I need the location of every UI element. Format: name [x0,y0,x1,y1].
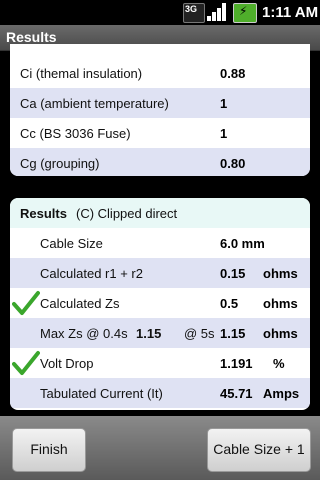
factor-row-ca: Ca (ambient temperature) 1 [10,88,310,118]
tabulated-current-unit: Amps [263,386,300,401]
results-heading: Results [20,206,67,221]
cable-size-label: Cable Size [40,236,103,251]
factor-label: Cg (grouping) [20,156,100,171]
max-zs-unit: ohms [263,326,298,341]
tabulated-current-row: Tabulated Current (It) 45.71 Amps [10,378,310,408]
max-zs-label: Max Zs @ 0.4s [40,326,128,341]
factor-value: 1 [220,126,228,141]
factor-value: 1 [220,96,228,111]
r1r2-value: 0.15 [220,266,246,281]
zs-value: 0.5 [220,296,239,311]
factor-label: Ci (themal insulation) [20,66,143,81]
factor-value: 0.88 [220,66,246,81]
cable-size-row: Cable Size 6.0 mm [10,228,310,258]
r1r2-unit: ohms [263,266,298,281]
factor-row-cc: Cc (BS 3036 Fuse) 1 [10,118,310,148]
factor-label: Ca (ambient temperature) [20,96,169,111]
finish-button[interactable]: Finish [12,428,86,472]
volt-drop-label: Volt Drop [40,356,94,371]
max-zs-row: Max Zs @ 0.4s 1.15 @ 5s 1.15 ohms [10,318,310,348]
r1r2-row: Calculated r1 + r2 0.15 ohms [10,258,310,288]
status-bar: 3G ⚡ 1:11 AM [0,0,320,25]
zs-unit: ohms [263,296,298,311]
cable-size-plus-label: Cable Size + 1 [213,441,305,457]
zs-row: Calculated Zs 0.5 ohms [10,288,310,318]
max-zs-5s-label: @ 5s [184,326,215,341]
check-icon [12,291,40,315]
volt-drop-row: Volt Drop 1.191 % [10,348,310,378]
tabulated-current-value: 45.71 [220,386,253,401]
volt-drop-unit: % [273,356,285,371]
results-header: Results (C) Clipped direct [10,198,310,228]
cable-size-value: 6.0 mm [220,236,265,251]
max-zs-5-value: 1.15 [220,326,246,341]
clock: 1:11 AM [262,4,319,21]
factor-row-ci: Ci (themal insulation) 0.88 [10,58,310,88]
network-3g-icon: 3G [183,3,205,23]
factor-value: 0.80 [220,156,246,171]
tabulated-current-label: Tabulated Current (It) [40,386,163,401]
max-zs-04-value: 1.15 [136,326,162,341]
cable-size-plus-button[interactable]: Cable Size + 1 [207,428,311,472]
finish-button-label: Finish [30,441,68,457]
r1r2-label: Calculated r1 + r2 [40,266,143,281]
signal-strength-icon [207,3,229,21]
installation-method: (C) Clipped direct [76,206,178,221]
zs-label: Calculated Zs [40,296,120,311]
results-panel: Results (C) Clipped direct Cable Size 6.… [10,198,310,410]
battery-charging-icon: ⚡ [233,3,257,23]
check-icon [12,351,40,375]
volt-drop-value: 1.191 [220,356,253,371]
bottom-button-bar: Finish Cable Size + 1 [0,416,320,480]
factor-row-cg: Cg (grouping) 0.80 [10,148,310,176]
factor-label: Cc (BS 3036 Fuse) [20,126,131,141]
page-title: Results [6,29,57,45]
correction-factors-panel: Ci (themal insulation) 0.88 Ca (ambient … [10,44,310,176]
